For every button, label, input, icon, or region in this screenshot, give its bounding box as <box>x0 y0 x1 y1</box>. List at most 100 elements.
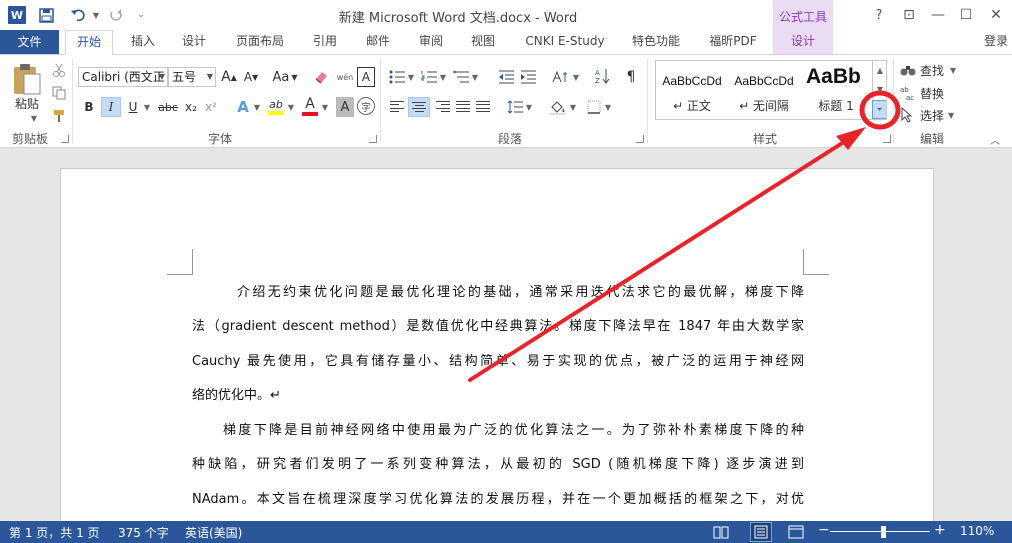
tab-cnki-estudy[interactable]: CNKI E-Study <box>520 30 610 54</box>
format-painter-icon[interactable] <box>50 107 68 125</box>
gallery-scroll-down-icon[interactable]: ▼ <box>872 80 886 99</box>
tab-insert[interactable]: 插入 <box>123 30 163 54</box>
web-layout-icon[interactable] <box>788 525 804 542</box>
zoom-slider-track[interactable] <box>830 531 930 532</box>
sort-icon[interactable]: AZ <box>593 65 611 87</box>
style-item-normal[interactable]: AaBbCcDd ↵ 正文 <box>656 61 728 119</box>
clipboard-launcher-icon[interactable] <box>61 135 69 143</box>
paragraph-2[interactable]: 梯度下降是目前神经网络中使用最为广泛的优化算法之一。为了弥补朴素梯度下降的种 种… <box>192 414 804 517</box>
cut-icon[interactable] <box>50 61 68 79</box>
numbering-dropdown-icon[interactable]: ▼ <box>438 67 448 87</box>
tab-file[interactable]: 文件 <box>0 30 59 54</box>
font-color-dropdown-icon[interactable]: ▼ <box>320 97 330 117</box>
tab-special-features[interactable]: 特色功能 <box>626 30 686 54</box>
word-count[interactable]: 375 个字 <box>118 524 169 541</box>
zoom-out-button[interactable]: − <box>818 522 830 538</box>
zoom-in-button[interactable]: + <box>934 522 946 538</box>
tab-foxit-pdf[interactable]: 福昕PDF <box>702 30 764 54</box>
bullets-dropdown-icon[interactable]: ▼ <box>406 67 416 87</box>
read-mode-icon[interactable] <box>713 525 729 542</box>
signin-link[interactable]: 登录 <box>980 30 1012 54</box>
ribbon-home: 粘贴 ▼ 剪贴板 Calibri (西文正 ▼ 五号 ▼ A ▲ A ▼ Aa ▼ wén… <box>0 54 1012 148</box>
style-item-no-spacing[interactable]: AaBbCcDd ↵ 无间隔 <box>728 61 800 119</box>
borders-icon[interactable] <box>585 97 603 117</box>
help-button[interactable]: ? <box>866 4 892 26</box>
align-right-icon[interactable] <box>436 101 450 112</box>
line-spacing-icon[interactable] <box>506 97 524 117</box>
page-count[interactable]: 第 1 页，共 1 页 <box>9 524 100 541</box>
find-button[interactable]: 查找 ▼ <box>900 60 965 80</box>
copy-icon[interactable] <box>50 84 68 102</box>
select-button[interactable]: 选择 ▼ <box>900 105 965 125</box>
bullets-icon[interactable] <box>388 67 406 87</box>
change-case-button[interactable]: Aa ▼ <box>270 67 300 87</box>
minimize-button[interactable]: — <box>925 4 951 26</box>
gallery-scroll-up-icon[interactable]: ▲ <box>872 61 886 80</box>
underline-button[interactable]: U <box>124 97 142 117</box>
tab-view[interactable]: 视图 <box>463 30 503 54</box>
character-shading-button[interactable]: A <box>336 97 354 117</box>
font-size-combo[interactable]: 五号 ▼ <box>168 67 216 87</box>
bold-button[interactable]: B <box>80 97 98 117</box>
highlight-dropdown-icon[interactable]: ▼ <box>286 97 296 117</box>
gallery-more-icon[interactable]: ⏷ <box>872 100 886 119</box>
paragraph-launcher-icon[interactable] <box>636 135 644 143</box>
maximize-button[interactable]: ☐ <box>953 4 979 26</box>
grow-font-button[interactable]: A ▲ <box>220 67 238 87</box>
tab-review[interactable]: 审阅 <box>411 30 451 54</box>
highlight-button[interactable]: ab <box>266 95 286 117</box>
zoom-level[interactable]: 110% <box>960 524 994 538</box>
justify-icon[interactable] <box>456 101 470 112</box>
paragraph-1[interactable]: 介绍无约束优化问题是最优化理论的基础，通常采用迭代法求它的最优解，梯度下降 法（… <box>192 276 804 414</box>
align-center-button[interactable] <box>408 97 430 117</box>
shrink-font-button[interactable]: A ▼ <box>242 67 260 87</box>
collapse-ribbon-icon[interactable]: ︿ <box>988 133 1002 147</box>
tab-references[interactable]: 引用 <box>305 30 345 54</box>
strikethrough-button[interactable]: abc <box>157 97 179 117</box>
multilevel-list-icon[interactable] <box>452 67 470 87</box>
style-item-heading1[interactable]: AaBb 标题 1 <box>800 61 870 119</box>
subscript-button[interactable]: x₂ <box>182 97 200 117</box>
paste-button[interactable]: 粘贴 <box>6 95 48 111</box>
align-left-icon[interactable] <box>390 101 404 112</box>
font-launcher-icon[interactable] <box>369 135 377 143</box>
document-page[interactable]: 介绍无约束优化问题是最优化理论的基础，通常采用迭代法求它的最优解，梯度下降 法（… <box>60 168 934 528</box>
borders-dropdown-icon[interactable]: ▼ <box>603 97 613 117</box>
close-button[interactable]: ✕ <box>983 4 1009 26</box>
paste-dropdown-icon[interactable]: ▼ <box>26 112 42 124</box>
line-spacing-dropdown-icon[interactable]: ▼ <box>524 97 534 117</box>
numbering-icon[interactable] <box>420 67 438 87</box>
multilevel-list-dropdown-icon[interactable]: ▼ <box>470 67 480 87</box>
shading-dropdown-icon[interactable]: ▼ <box>568 97 578 117</box>
text-effects-button[interactable]: A <box>234 97 252 117</box>
enclose-characters-button[interactable]: 字 <box>357 97 375 115</box>
font-color-button[interactable]: A <box>300 95 320 117</box>
tab-page-layout[interactable]: 页面布局 <box>230 30 290 54</box>
tab-design[interactable]: 设计 <box>174 30 214 54</box>
italic-button[interactable]: I <box>101 97 121 117</box>
chinese-layout-dropdown-icon[interactable]: ▼ <box>571 67 581 87</box>
decrease-indent-icon[interactable] <box>497 67 515 87</box>
chinese-layout-icon[interactable] <box>549 67 571 87</box>
print-layout-icon[interactable] <box>750 522 772 542</box>
increase-indent-icon[interactable] <box>519 67 537 87</box>
shading-icon[interactable] <box>548 97 568 117</box>
character-border-button[interactable]: A <box>357 67 375 87</box>
text-effects-dropdown-icon[interactable]: ▼ <box>252 97 262 117</box>
superscript-button[interactable]: x² <box>202 97 220 117</box>
show-formatting-marks-icon[interactable]: ¶ <box>622 67 640 87</box>
tab-mailings[interactable]: 邮件 <box>358 30 398 54</box>
tab-equation-design[interactable]: 设计 <box>773 30 833 54</box>
replace-button[interactable]: ab ac 替换 <box>900 83 960 103</box>
font-name-combo[interactable]: Calibri (西文正 ▼ <box>78 67 168 87</box>
clear-formatting-icon[interactable] <box>312 67 332 87</box>
ribbon-display-options-button[interactable]: ⊡ <box>896 4 922 26</box>
distributed-icon[interactable] <box>476 101 490 112</box>
paste-icon[interactable] <box>8 59 46 99</box>
styles-launcher-icon[interactable] <box>883 135 891 143</box>
underline-dropdown-icon[interactable]: ▼ <box>142 97 152 117</box>
language[interactable]: 英语(美国) <box>185 524 242 541</box>
tab-home[interactable]: 开始 <box>65 30 113 55</box>
phonetic-guide-button[interactable]: wén <box>335 65 355 89</box>
zoom-slider-thumb[interactable] <box>881 526 886 538</box>
